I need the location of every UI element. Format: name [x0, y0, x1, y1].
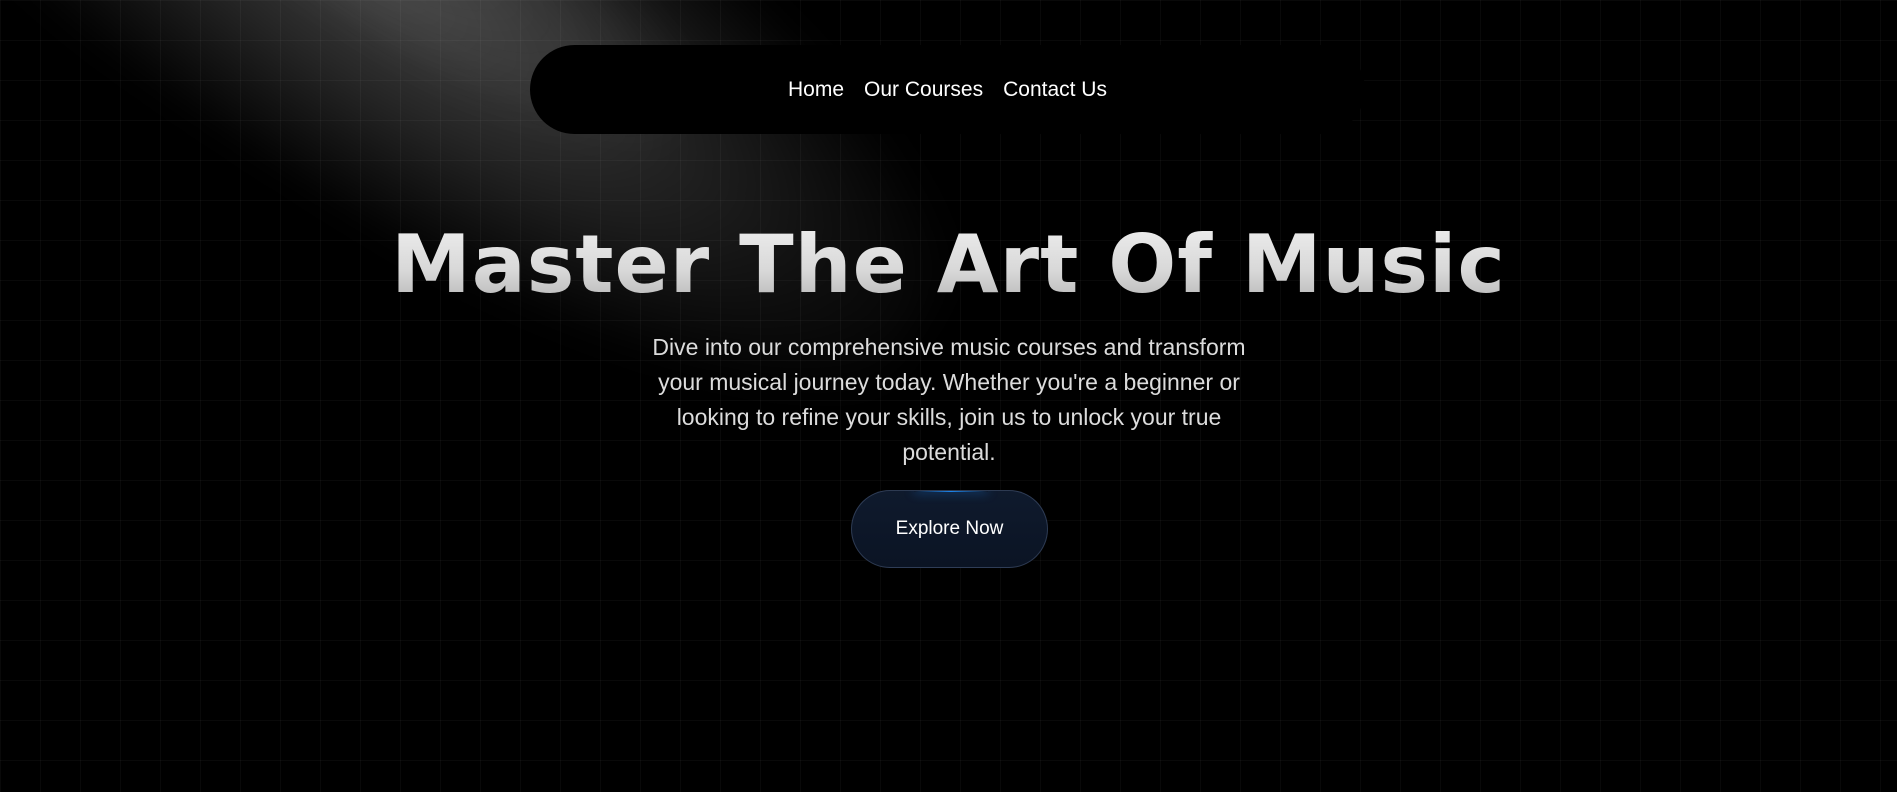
- button-glow-accent: [914, 491, 988, 492]
- explore-now-label: Explore Now: [895, 518, 1004, 539]
- nav-link-contact-us[interactable]: Contact Us: [1003, 78, 1107, 102]
- hero-title: Master The Art Of Music: [0, 210, 1897, 320]
- top-navigation: Home Our Courses Contact Us: [530, 45, 1365, 134]
- nav-link-home[interactable]: Home: [788, 78, 844, 102]
- page: Home Our Courses Contact Us Master The A…: [0, 0, 1897, 792]
- hero-subtitle: Dive into our comprehensive music course…: [652, 334, 1246, 465]
- explore-now-button[interactable]: Explore Now: [851, 490, 1048, 568]
- nav-link-our-courses[interactable]: Our Courses: [864, 78, 983, 102]
